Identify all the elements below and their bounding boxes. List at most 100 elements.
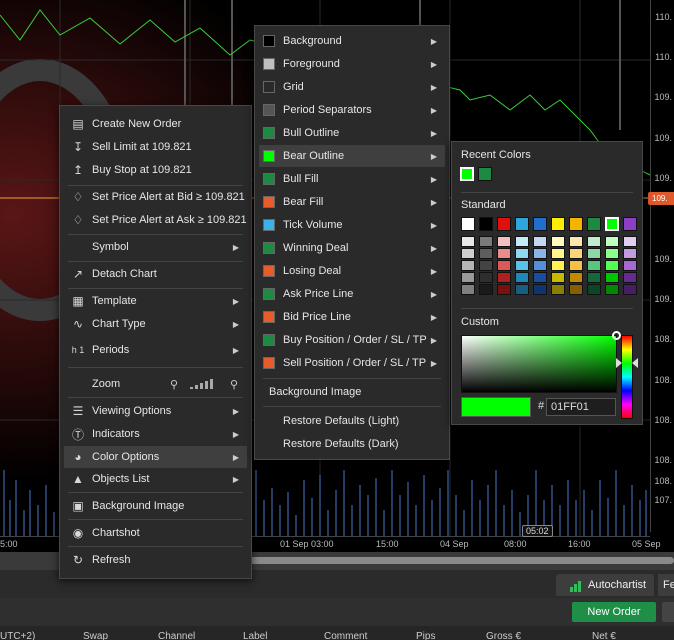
hue-slider-handle[interactable] <box>616 358 622 368</box>
price-scale[interactable]: 110. 110. 109. 109. 109. 109. 109. 108. … <box>650 0 674 532</box>
shade-color-swatch[interactable] <box>515 248 529 259</box>
column-header[interactable]: UTC+2) <box>0 631 35 640</box>
menu-item-create-new-order[interactable]: ▤ Create New Order <box>64 113 247 135</box>
color-item-period-separators[interactable]: Period Separators ▶ <box>259 99 445 121</box>
color-item-bear-outline[interactable]: Bear Outline ▶ <box>259 145 445 167</box>
menu-item-chartshot[interactable]: ◉ Chartshot <box>64 522 247 544</box>
shade-color-swatch[interactable] <box>497 248 511 259</box>
shade-color-swatch[interactable] <box>605 260 619 271</box>
shade-color-swatch[interactable] <box>623 236 637 247</box>
hue-slider[interactable] <box>616 335 638 419</box>
shade-color-swatch[interactable] <box>587 236 601 247</box>
shade-color-swatch[interactable] <box>479 272 493 283</box>
recent-color-swatch[interactable] <box>478 167 492 181</box>
shade-color-swatch[interactable] <box>533 248 547 259</box>
menu-item-chart-type[interactable]: ∿ Chart Type ▶ <box>64 313 247 335</box>
shade-color-swatch[interactable] <box>515 260 529 271</box>
shade-color-swatch[interactable] <box>479 236 493 247</box>
color-item-sell-position[interactable]: Sell Position / Order / SL / TP ▶ <box>259 352 445 374</box>
shade-color-swatch[interactable] <box>461 260 475 271</box>
shade-color-swatch[interactable] <box>623 284 637 295</box>
color-item-bull-outline[interactable]: Bull Outline ▶ <box>259 122 445 144</box>
color-item-bid-price-line[interactable]: Bid Price Line ▶ <box>259 306 445 328</box>
column-header[interactable]: Net € <box>592 631 616 640</box>
shade-color-swatch[interactable] <box>551 272 565 283</box>
shade-color-swatch[interactable] <box>551 260 565 271</box>
shade-color-swatch[interactable] <box>569 248 583 259</box>
color-item-tick-volume[interactable]: Tick Volume ▶ <box>259 214 445 236</box>
menu-item-symbol[interactable]: Symbol ▶ <box>64 236 247 258</box>
shade-color-swatch[interactable] <box>587 260 601 271</box>
saturation-value-field[interactable] <box>461 331 621 393</box>
shade-color-swatch[interactable] <box>515 236 529 247</box>
menu-item-color-options[interactable]: ◕ Color Options ▶ <box>64 446 247 468</box>
shade-color-swatch[interactable] <box>479 248 493 259</box>
menu-item-buy-stop[interactable]: ↥ Buy Stop at 109.821 <box>64 159 247 181</box>
shade-color-swatch[interactable] <box>533 260 547 271</box>
shade-color-swatch[interactable] <box>605 284 619 295</box>
shade-color-swatch[interactable] <box>479 284 493 295</box>
shade-color-swatch[interactable] <box>533 236 547 247</box>
shade-color-swatch[interactable] <box>497 236 511 247</box>
scrollbar-thumb[interactable] <box>250 557 674 564</box>
shade-color-swatch[interactable] <box>461 236 475 247</box>
menu-item-alert-ask[interactable]: ♢ Set Price Alert at Ask ≥ 109.821 <box>64 209 247 231</box>
shade-color-swatch[interactable] <box>533 284 547 295</box>
standard-color-swatch[interactable] <box>515 217 529 231</box>
shade-color-swatch[interactable] <box>533 272 547 283</box>
column-header[interactable]: Gross € <box>486 631 521 640</box>
standard-color-swatch[interactable] <box>479 217 493 231</box>
shade-color-swatch[interactable] <box>551 248 565 259</box>
standard-color-swatch[interactable] <box>533 217 547 231</box>
standard-color-swatch[interactable] <box>605 217 619 231</box>
shade-color-swatch[interactable] <box>551 284 565 295</box>
column-header[interactable]: Pips <box>416 631 435 640</box>
shade-color-swatch[interactable] <box>551 236 565 247</box>
order-options-button[interactable] <box>662 602 674 622</box>
standard-color-swatch[interactable] <box>587 217 601 231</box>
menu-item-sell-limit[interactable]: ↧ Sell Limit at 109.821 <box>64 136 247 158</box>
shade-color-swatch[interactable] <box>515 284 529 295</box>
color-item-winning-deal[interactable]: Winning Deal ▶ <box>259 237 445 259</box>
shade-color-swatch[interactable] <box>461 272 475 283</box>
menu-item-background-image[interactable]: ▣ Background Image <box>64 495 247 517</box>
shade-color-swatch[interactable] <box>605 236 619 247</box>
color-item-background[interactable]: Background ▶ <box>259 30 445 52</box>
shade-color-swatch[interactable] <box>587 272 601 283</box>
color-item-losing-deal[interactable]: Losing Deal ▶ <box>259 260 445 282</box>
shade-color-swatch[interactable] <box>623 272 637 283</box>
column-header[interactable]: Channel <box>158 631 195 640</box>
column-header[interactable]: Comment <box>324 631 367 640</box>
menu-item-template[interactable]: ▦ Template ▶ <box>64 290 247 312</box>
color-item-buy-position[interactable]: Buy Position / Order / SL / TP ▶ <box>259 329 445 351</box>
standard-color-swatch[interactable] <box>569 217 583 231</box>
recent-color-swatch[interactable] <box>460 167 474 181</box>
shade-color-swatch[interactable] <box>605 272 619 283</box>
color-item-ask-price-line[interactable]: Ask Price Line ▶ <box>259 283 445 305</box>
shade-color-swatch[interactable] <box>497 272 511 283</box>
sv-cursor[interactable] <box>612 331 621 340</box>
shade-color-swatch[interactable] <box>569 260 583 271</box>
shade-color-swatch[interactable] <box>569 236 583 247</box>
shade-color-swatch[interactable] <box>587 284 601 295</box>
shade-color-swatch[interactable] <box>605 248 619 259</box>
shade-color-swatch[interactable] <box>479 260 493 271</box>
menu-item-viewing-options[interactable]: ☰ Viewing Options ▶ <box>64 400 247 422</box>
hex-color-input[interactable] <box>546 398 616 416</box>
tab-fe[interactable]: Fe <box>658 574 674 596</box>
standard-color-swatch[interactable] <box>623 217 637 231</box>
shade-color-swatch[interactable] <box>623 260 637 271</box>
menu-item-indicators[interactable]: Ⓣ Indicators ▶ <box>64 423 247 445</box>
shade-color-swatch[interactable] <box>623 248 637 259</box>
shade-color-swatch[interactable] <box>515 272 529 283</box>
shade-color-swatch[interactable] <box>587 248 601 259</box>
standard-color-swatch[interactable] <box>497 217 511 231</box>
menu-item-periods[interactable]: h 1 Periods ▶ <box>64 339 247 361</box>
menu-item-refresh[interactable]: ↻ Refresh <box>64 549 247 571</box>
color-item-bear-fill[interactable]: Bear Fill ▶ <box>259 191 445 213</box>
color-item-grid[interactable]: Grid ▶ <box>259 76 445 98</box>
tab-autochartist[interactable]: Autochartist <box>556 574 654 596</box>
menu-item-alert-bid[interactable]: ♢ Set Price Alert at Bid ≥ 109.821 <box>64 186 247 208</box>
color-item-bull-fill[interactable]: Bull Fill ▶ <box>259 168 445 190</box>
color-item-foreground[interactable]: Foreground ▶ <box>259 53 445 75</box>
